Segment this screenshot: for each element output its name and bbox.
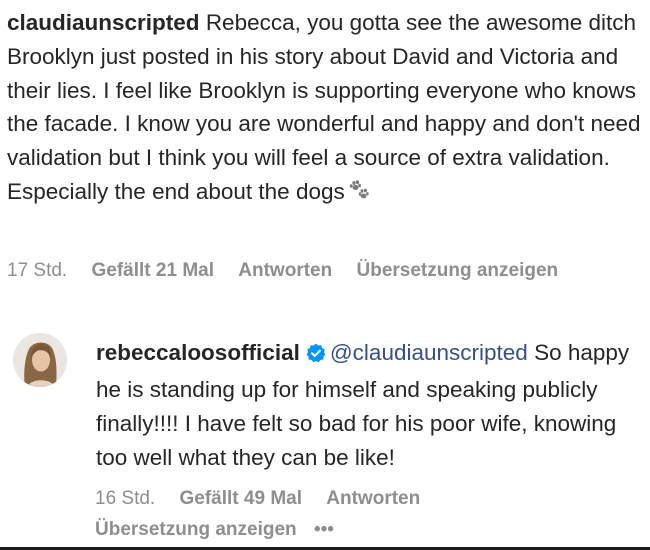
comment-actions: 17 Std. Gefällt 21 Mal Antworten Überset… xyxy=(7,260,577,282)
comment-username[interactable]: rebeccaloosofficial xyxy=(96,340,300,365)
reply-button[interactable]: Antworten xyxy=(238,260,332,281)
verified-badge-icon xyxy=(306,339,326,373)
comment-rebeccaloosofficial: rebeccaloosofficial @claudiaunscripted S… xyxy=(96,336,646,475)
comment-username[interactable]: claudiaunscripted xyxy=(7,10,200,35)
comment-time: 16 Std. xyxy=(95,488,156,509)
paw-prints-icon xyxy=(349,176,369,210)
reply-button[interactable]: Antworten xyxy=(326,488,420,509)
likes-count[interactable]: Gefällt 21 Mal xyxy=(92,260,215,281)
mention-link[interactable]: @claudiaunscripted xyxy=(330,340,528,365)
comment-claudiaunscripted: claudiaunscripted Rebecca, you gotta see… xyxy=(7,6,643,210)
comment-actions-secondary: Übersetzung anzeigen ••• xyxy=(95,519,353,541)
likes-count[interactable]: Gefällt 49 Mal xyxy=(180,488,303,509)
comment-time: 17 Std. xyxy=(7,260,68,281)
avatar[interactable] xyxy=(13,333,67,387)
comment-actions: 16 Std. Gefällt 49 Mal Antworten xyxy=(95,488,439,510)
more-options-icon[interactable]: ••• xyxy=(314,519,334,540)
translate-button[interactable]: Übersetzung anzeigen xyxy=(357,260,559,281)
comment-text: Rebecca, you gotta see the awesome ditch… xyxy=(7,10,641,204)
translate-button[interactable]: Übersetzung anzeigen xyxy=(95,519,297,540)
